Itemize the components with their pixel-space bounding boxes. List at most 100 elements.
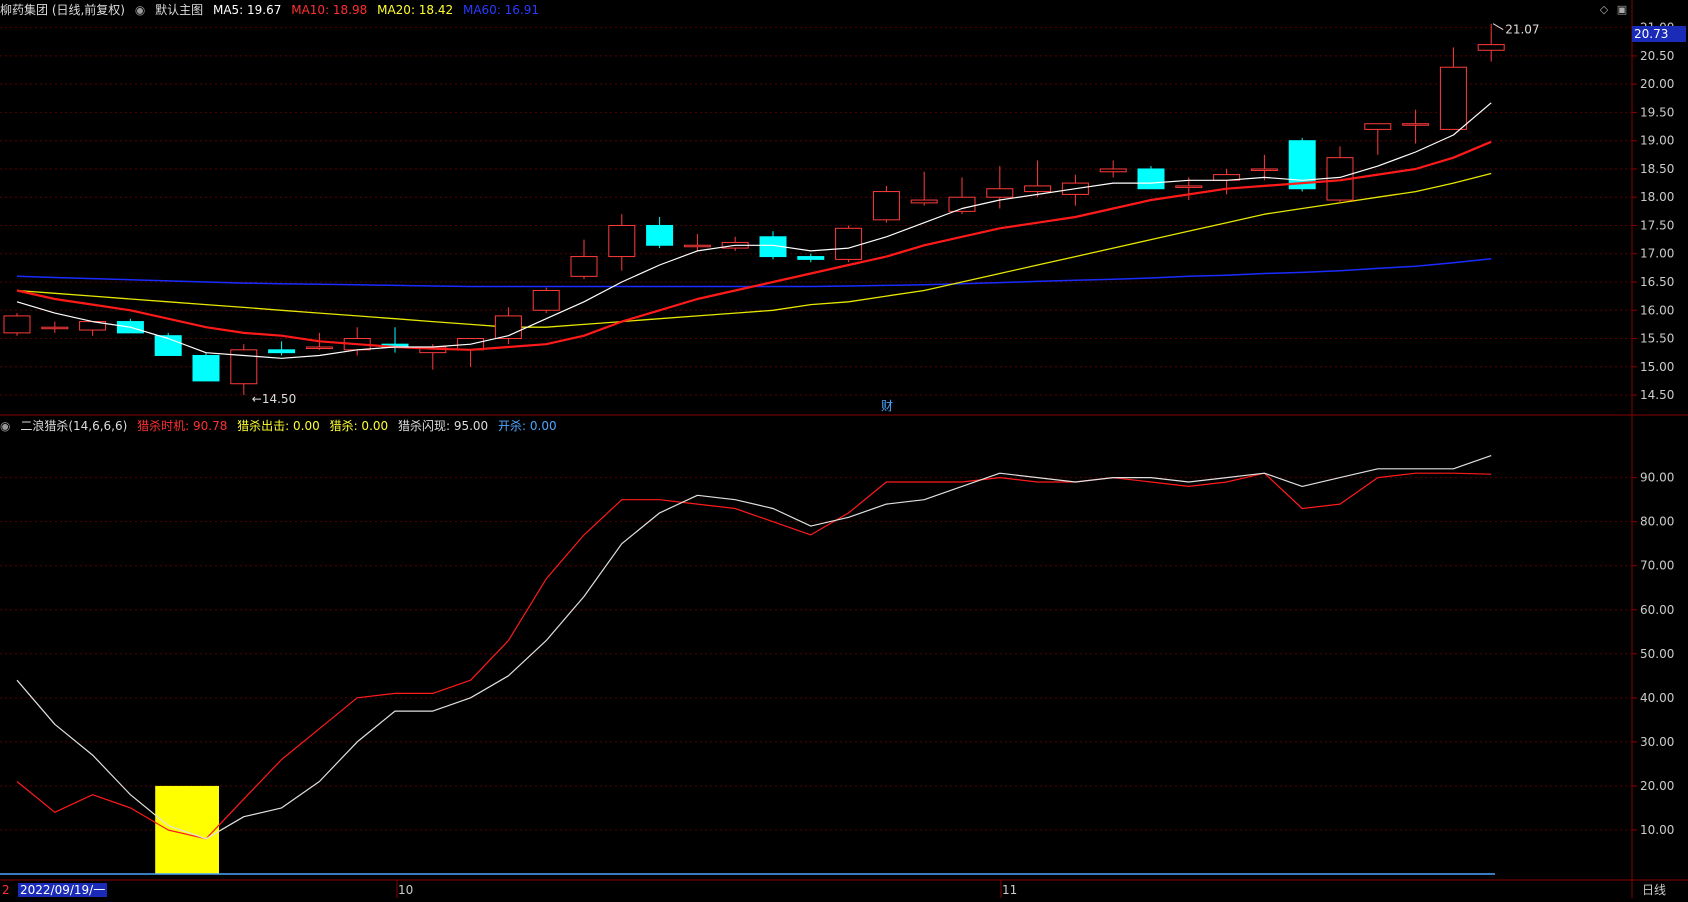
left-tick-label: 2 xyxy=(2,883,10,897)
candle-body xyxy=(1364,123,1392,130)
indicator-header: ◉ 二浪猎杀(14,6,6,6) 猎杀时机: 90.78 猎杀出击: 0.00 … xyxy=(0,416,1620,436)
candle-body xyxy=(570,256,598,277)
candle-body xyxy=(948,196,976,212)
candle xyxy=(79,321,107,336)
candle xyxy=(192,352,220,382)
candle-body xyxy=(986,188,1014,198)
candle xyxy=(1024,160,1052,198)
candle xyxy=(872,185,900,223)
candle xyxy=(1364,123,1392,155)
event-marker: 财 xyxy=(881,399,893,413)
price-tick-label: 19.00 xyxy=(1640,134,1674,148)
candle-body xyxy=(1137,168,1165,190)
indicator-name[interactable]: 二浪猎杀(14,6,6,6) xyxy=(20,419,127,433)
price-tick-label: 16.50 xyxy=(1640,275,1674,289)
candle-body xyxy=(3,315,31,334)
indicator-tick-label: 20.00 xyxy=(1640,779,1674,793)
candle-body xyxy=(646,224,674,246)
candle-body xyxy=(532,289,560,311)
candle xyxy=(532,287,560,314)
candle-body xyxy=(910,199,938,204)
candle xyxy=(721,236,749,251)
indicator-open: 开杀: 0.00 xyxy=(498,419,557,433)
indicator-exit: 猎杀出击: 0.00 xyxy=(237,419,320,433)
candle-body xyxy=(1402,123,1430,126)
price-tick-label: 18.50 xyxy=(1640,162,1674,176)
diamond-icon[interactable]: ◇ xyxy=(1598,4,1610,16)
current-price-tag: 20.73 xyxy=(1632,26,1686,42)
month-11-label: 11 xyxy=(1002,883,1018,897)
chart-canvas: 21.0020.5020.0019.5019.0018.5018.0017.50… xyxy=(0,0,1688,898)
price-tick-label: 16.00 xyxy=(1640,303,1674,317)
price-tick-label: 15.00 xyxy=(1640,360,1674,374)
candle-body xyxy=(1250,168,1278,171)
ma20-value: MA20: 18.42 xyxy=(377,3,454,17)
low-price-label: ←14.50 xyxy=(252,392,296,406)
candle xyxy=(797,253,825,263)
high-price-label: 21.07 xyxy=(1505,23,1539,37)
price-tick-label: 20.50 xyxy=(1640,49,1674,63)
maximize-icon[interactable]: ▣ xyxy=(1616,4,1628,16)
indicator-flash: 猎杀闪现: 95.00 xyxy=(397,419,489,433)
ma60-value: MA60: 16.91 xyxy=(462,3,540,17)
main-chart-header: 柳药集团 (日线,前复权) ◉ 默认主图 MA5: 19.67 MA10: 18… xyxy=(0,0,1620,20)
indicator-tick-label: 50.00 xyxy=(1640,647,1674,661)
ma10-value: MA10: 18.98 xyxy=(291,3,368,17)
indicator-timing: 猎杀时机: 90.78 xyxy=(137,419,228,433)
month-10-label: 10 xyxy=(398,883,414,897)
candle-body xyxy=(608,224,636,258)
indicator-tick-label: 10.00 xyxy=(1640,823,1674,837)
candle-body xyxy=(835,227,863,260)
candle xyxy=(1439,47,1467,130)
candle-body xyxy=(268,349,296,354)
chart-menu-icon[interactable]: ◉ xyxy=(135,3,145,17)
cursor-date: 2022/09/19/一 xyxy=(18,883,108,897)
candle-body xyxy=(683,244,711,248)
candle xyxy=(1099,160,1127,178)
indicator-tick-label: 30.00 xyxy=(1640,735,1674,749)
candle-body xyxy=(1175,185,1203,188)
candle xyxy=(910,171,938,206)
candle xyxy=(3,313,31,336)
candle-body xyxy=(1099,168,1127,173)
candle xyxy=(1137,166,1165,190)
indicator-tick-label: 60.00 xyxy=(1640,603,1674,617)
ma20-line xyxy=(16,172,1492,328)
candle-body xyxy=(192,354,220,382)
candle-body xyxy=(1439,66,1467,130)
price-tick-label: 17.00 xyxy=(1640,247,1674,261)
price-tick-label: 14.50 xyxy=(1640,388,1674,402)
price-tick-label: 20.00 xyxy=(1640,77,1674,91)
candle xyxy=(41,321,69,333)
indicator-kill: 猎杀: 0.00 xyxy=(329,419,389,433)
indicator-timing-line xyxy=(16,472,1492,840)
candle-body xyxy=(872,191,900,221)
indicator-menu-icon[interactable]: ◉ xyxy=(0,419,10,433)
candle xyxy=(835,225,863,263)
candle-body xyxy=(1477,44,1505,51)
main-chart-label[interactable]: 默认主图 xyxy=(155,3,203,17)
indicator-tick-label: 40.00 xyxy=(1640,691,1674,705)
candle xyxy=(268,341,296,356)
candle-body xyxy=(1024,185,1052,193)
candle xyxy=(646,217,674,249)
high-price-pointer xyxy=(1492,23,1504,31)
candle xyxy=(608,214,636,271)
candle xyxy=(570,239,598,280)
indicator-tick-label: 80.00 xyxy=(1640,515,1674,529)
candle-body xyxy=(41,326,69,330)
price-tick-label: 19.50 xyxy=(1640,105,1674,119)
ma5-value: MA5: 19.67 xyxy=(212,3,282,17)
tab-daily[interactable]: 日线 xyxy=(1642,883,1666,897)
candle xyxy=(230,344,258,396)
candle xyxy=(1402,109,1430,144)
candle-body xyxy=(797,256,825,260)
stock-title[interactable]: 柳药集团 (日线,前复权) xyxy=(0,3,125,17)
signal-highlight-bar xyxy=(155,785,219,874)
price-tick-label: 15.50 xyxy=(1640,332,1674,346)
candle xyxy=(1250,154,1278,181)
indicator-tick-label: 90.00 xyxy=(1640,471,1674,485)
candle xyxy=(494,307,522,345)
time-axis: 2 10 11 xyxy=(0,882,1688,898)
candle xyxy=(683,233,711,251)
